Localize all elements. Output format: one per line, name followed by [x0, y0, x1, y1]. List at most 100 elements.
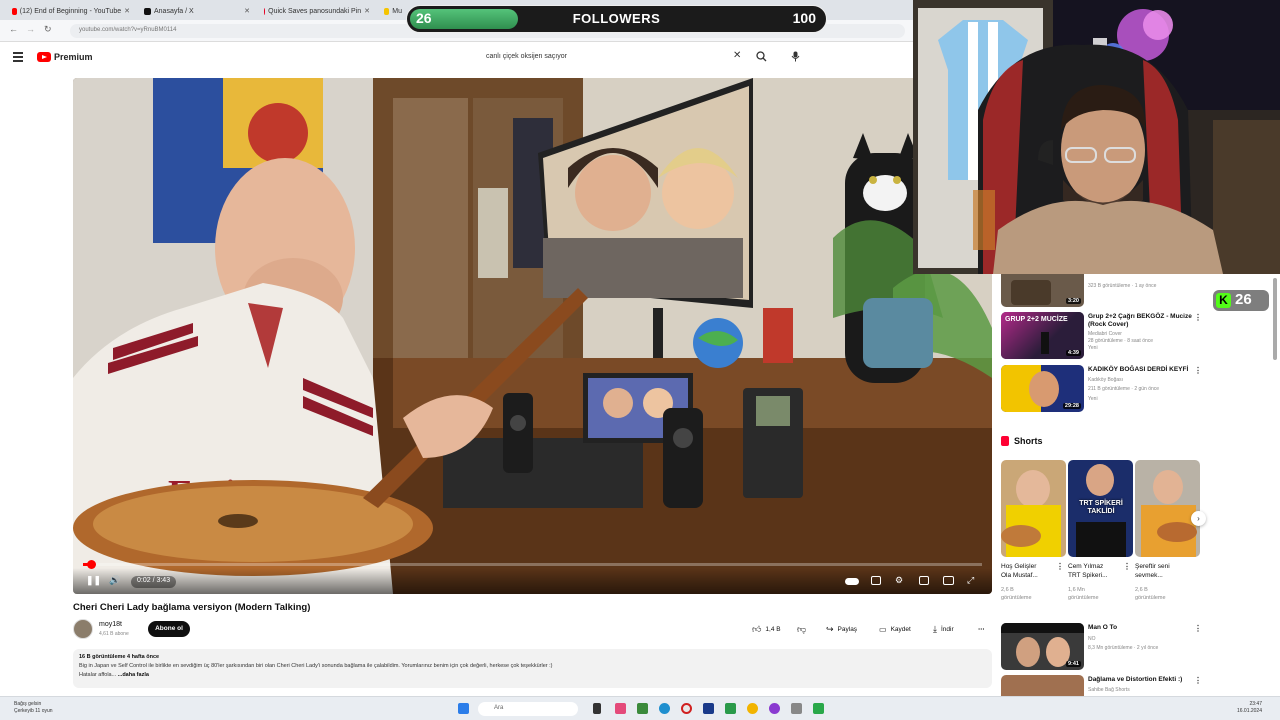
- download-label: İndir: [940, 625, 954, 633]
- video-title[interactable]: Dağlama ve Distortion Efekti :): [1088, 676, 1198, 684]
- video-title[interactable]: Man O To: [1088, 624, 1193, 632]
- x-favicon-icon: [144, 7, 151, 15]
- video-title: Cheri Cheri Lady bağlama versiyon (Moder…: [73, 602, 311, 613]
- windows-start-icon[interactable]: [458, 703, 469, 714]
- more-options-icon[interactable]: ⋮: [1194, 313, 1202, 322]
- short-title-line: Ola Mustaf...: [1001, 572, 1038, 579]
- short-thumbnail[interactable]: TRT SPİKERİ TAKLİDİ: [1068, 460, 1133, 557]
- miniplayer-icon[interactable]: [919, 576, 929, 585]
- channel-name[interactable]: Sahibe Bağ Shorts: [1088, 687, 1130, 694]
- autoplay-toggle-icon[interactable]: [845, 578, 859, 585]
- edge-icon[interactable]: [659, 703, 670, 714]
- clock-date: 16.01.2024: [1236, 708, 1262, 714]
- sidebar-scrollbar[interactable]: [1273, 278, 1277, 360]
- mic-icon[interactable]: [791, 51, 800, 62]
- video-thumbnail[interactable]: [1001, 675, 1084, 696]
- browser-tab[interactable]: Quick Saves panosundaki Pin ✕: [258, 3, 376, 19]
- video-meta: 28 görüntüleme · 8 saat önce: [1088, 338, 1154, 344]
- subtitles-icon[interactable]: [871, 576, 881, 585]
- share-label: Paylaş: [837, 625, 858, 633]
- channel-avatar[interactable]: [73, 619, 93, 639]
- forward-icon[interactable]: →: [26, 24, 35, 34]
- short-title-line: Şereftir seni: [1135, 563, 1170, 570]
- chrome-icon[interactable]: [747, 703, 758, 714]
- reload-icon[interactable]: ↻: [44, 24, 52, 35]
- app-icon[interactable]: [791, 703, 802, 714]
- settings-gear-icon[interactable]: ⚙: [895, 575, 903, 586]
- search-input[interactable]: canlı çiçek oksijen saçıyor: [478, 49, 750, 67]
- app-icon[interactable]: [637, 703, 648, 714]
- followers-label: FOLLOWERS: [572, 11, 661, 26]
- share-button[interactable]: ↪ Paylaş: [826, 621, 857, 637]
- more-options-icon[interactable]: ⋮: [1194, 366, 1202, 375]
- browser-tab[interactable]: Mu: [378, 3, 408, 19]
- short-thumbnail[interactable]: [1135, 460, 1200, 557]
- download-button[interactable]: ⤓ İndir: [933, 621, 954, 637]
- youtube-logo[interactable]: Premium: [37, 52, 93, 62]
- close-icon[interactable]: ✕: [364, 7, 370, 15]
- short-title[interactable]: Cem Yılmaz TRT Spikeri...: [1068, 562, 1108, 580]
- channel-name[interactable]: Mediabri Cover: [1088, 331, 1122, 338]
- video-meta: 323 B görüntüleme · 1 ay önce: [1088, 283, 1157, 289]
- browser-tab[interactable]: (12) End of Beginning - YouTube ✕: [6, 3, 136, 19]
- channel-name[interactable]: NO: [1088, 636, 1096, 643]
- more-options-icon[interactable]: ⋮: [1194, 624, 1202, 633]
- video-thumbnail[interactable]: GRUP 2+2 MUCİZE 4:39: [1001, 312, 1084, 359]
- subscribe-button[interactable]: Abone ol: [148, 621, 190, 637]
- theater-mode-icon[interactable]: [943, 576, 954, 585]
- save-button[interactable]: ▭ Kaydet: [879, 621, 911, 637]
- back-icon[interactable]: ←: [9, 24, 18, 34]
- like-button[interactable]: 👍︎ 1,4 B: [752, 621, 781, 637]
- app-icon[interactable]: [725, 703, 736, 714]
- youtube-play-icon: [37, 52, 51, 62]
- video-title[interactable]: Grup 2+2 Çağrı BEKGÖZ - Mucize (Rock Cov…: [1088, 313, 1193, 329]
- kick-count: 26: [1235, 291, 1252, 308]
- opera-icon[interactable]: [681, 703, 692, 714]
- app-icon[interactable]: [769, 703, 780, 714]
- short-thumbnail[interactable]: [1001, 460, 1066, 557]
- video-thumbnail[interactable]: 9:41: [1001, 623, 1084, 670]
- menu-icon[interactable]: [13, 52, 23, 62]
- more-actions-icon[interactable]: ⋯: [978, 621, 985, 637]
- thumbs-up-icon: 👍︎: [752, 623, 762, 634]
- short-title-line: Cem Yılmaz: [1068, 563, 1104, 570]
- video-player[interactable]: Emirat ❚❚ 🔊 0:02 / 3:43 ⚙ ⤢: [73, 78, 992, 594]
- video-thumbnail[interactable]: 29:28: [1001, 365, 1084, 412]
- channel-name[interactable]: Kadıköy Boğası: [1088, 377, 1123, 384]
- more-options-icon[interactable]: ⋮: [1056, 562, 1064, 571]
- video-title[interactable]: KADIKÖY BOĞASI DERDİ KEYFİ: [1088, 366, 1193, 374]
- app-icon[interactable]: [703, 703, 714, 714]
- thumbnail-text: GRUP 2+2 MUCİZE: [1005, 316, 1068, 323]
- show-more-link[interactable]: ...daha fazla: [118, 672, 149, 678]
- more-options-icon[interactable]: ⋮: [1123, 562, 1131, 571]
- fullscreen-icon[interactable]: ⤢: [967, 575, 974, 586]
- taskbar-search[interactable]: Ara: [478, 702, 578, 716]
- short-title-line: sevmek...: [1135, 572, 1163, 579]
- short-title[interactable]: Şereftir seni sevmek...: [1135, 562, 1170, 580]
- like-count: 1,4 B: [765, 625, 781, 633]
- chevron-right-icon[interactable]: ›: [1191, 511, 1206, 526]
- close-icon[interactable]: ✕: [124, 7, 130, 15]
- video-duration: 9:41: [1065, 661, 1081, 667]
- bookmark-icon: ▭: [879, 624, 887, 634]
- channel-subscribers: 4,61 B abone: [99, 631, 129, 637]
- dislike-button[interactable]: 👎︎: [797, 621, 806, 637]
- save-label: Kaydet: [890, 625, 911, 633]
- volume-icon[interactable]: 🔊: [109, 575, 120, 586]
- app-icon[interactable]: [813, 703, 824, 714]
- channel-name[interactable]: moy18t: [99, 621, 122, 628]
- taskbar-clock[interactable]: 23:47 16.01.2024: [1237, 701, 1262, 715]
- kick-follower-widget: K 26: [1213, 290, 1269, 311]
- app-icon[interactable]: [615, 703, 626, 714]
- short-title[interactable]: Hoş Gelişler Ola Mustaf...: [1001, 562, 1038, 580]
- pause-icon[interactable]: ❚❚: [86, 575, 101, 586]
- video-progress-bar[interactable]: [83, 560, 982, 569]
- more-options-icon[interactable]: ⋮: [1194, 676, 1202, 685]
- browser-tab[interactable]: Anasayfa / X ✕: [138, 3, 256, 19]
- clear-icon[interactable]: ✕: [733, 50, 741, 61]
- video-description[interactable]: 16 B görüntüleme 4 hafta önce Big in Jap…: [73, 649, 992, 688]
- close-icon[interactable]: ✕: [244, 7, 250, 15]
- search-icon[interactable]: [756, 51, 767, 62]
- weather-widget[interactable]: Bağış gelsin Çerkeyib 11 oyun: [14, 701, 53, 715]
- file-explorer-icon[interactable]: [593, 703, 601, 714]
